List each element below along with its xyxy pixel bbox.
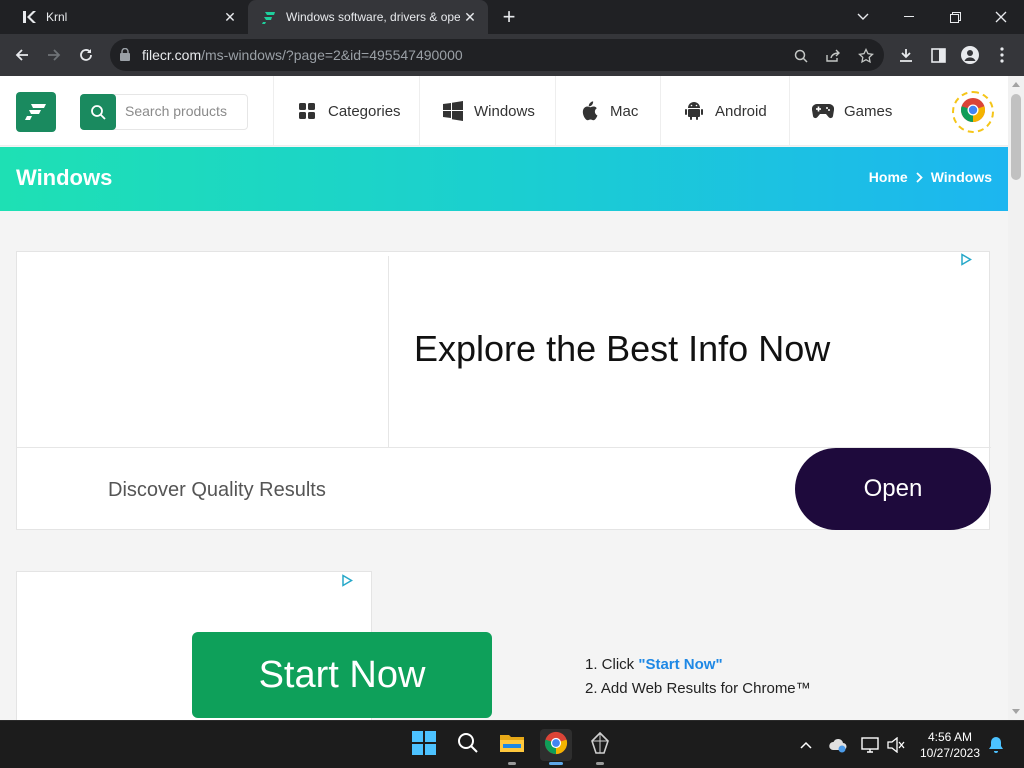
forward-button[interactable] [38, 39, 70, 71]
zoom-search-icon[interactable] [790, 45, 812, 67]
search-button[interactable] [80, 94, 116, 130]
restore-button[interactable] [932, 0, 978, 34]
nav-label: Games [844, 102, 893, 120]
back-button[interactable] [6, 39, 38, 71]
chevron-right-icon [916, 171, 923, 183]
new-tab-button[interactable]: + [498, 6, 520, 28]
clock-date: 10/27/2023 [919, 746, 981, 760]
breadcrumb: Home Windows [869, 169, 992, 185]
notification-bell-icon[interactable] [986, 735, 1006, 755]
tab-search-chevron-icon[interactable] [840, 0, 886, 34]
tab-krnl[interactable]: Krnl ✕ [8, 0, 248, 34]
ad-banner-explore[interactable]: Explore the Best Info Now Discover Quali… [16, 251, 991, 530]
nav-mac[interactable]: Mac [555, 76, 660, 146]
tab-title: Windows software, drivers & ope [286, 10, 460, 24]
taskbar-search-button[interactable] [452, 729, 484, 761]
windows-icon [442, 100, 464, 122]
ad-subline[interactable]: Discover Quality Results [108, 479, 326, 502]
krnl-app-icon [588, 731, 612, 760]
reload-button[interactable] [70, 39, 102, 71]
nav-label: Mac [610, 102, 639, 120]
grid-icon [296, 100, 318, 122]
page-viewport: Categories Windows Mac Android Games [0, 76, 1008, 720]
minimize-button[interactable] [886, 0, 932, 34]
nav-label: Android [715, 102, 767, 120]
ad-headline[interactable]: Explore the Best Info Now [414, 328, 830, 370]
bookmark-star-icon[interactable] [855, 45, 877, 67]
site-header: Categories Windows Mac Android Games [0, 76, 1008, 146]
downloads-icon[interactable] [890, 39, 922, 71]
folder-icon [499, 732, 525, 759]
show-hidden-icons-chevron-icon[interactable] [796, 735, 816, 755]
taskbar-krnl[interactable] [584, 729, 616, 765]
ad-steps: 1. Click "Start Now" 2. Add Web Results … [585, 653, 811, 701]
page-hero-banner: Windows Home Windows [0, 147, 1008, 211]
android-icon [683, 100, 705, 122]
close-tab-icon[interactable]: ✕ [460, 7, 480, 27]
nav-categories[interactable]: Categories [273, 76, 419, 146]
chrome-icon [960, 97, 986, 128]
adchoices-icon[interactable] [959, 252, 973, 266]
ad-divider [388, 256, 389, 447]
taskbar-chrome[interactable] [540, 729, 572, 765]
filecr-favicon-icon [260, 8, 278, 26]
menu-kebab-icon[interactable] [986, 39, 1018, 71]
nav-games[interactable]: Games [789, 76, 909, 146]
scroll-up-arrow-icon[interactable] [1012, 82, 1020, 87]
krnl-favicon-icon [20, 8, 38, 26]
close-tab-icon[interactable]: ✕ [220, 7, 240, 27]
nav-label: Windows [474, 102, 535, 120]
nav-label: Categories [328, 102, 401, 120]
ad-step-1: 1. Click "Start Now" [585, 656, 723, 673]
breadcrumb-home-link[interactable]: Home [869, 169, 908, 185]
ad-start-now-button[interactable]: Start Now [192, 632, 492, 718]
address-bar[interactable]: filecr.com/ms-windows/?page=2&id=4955474… [110, 39, 884, 71]
share-icon[interactable] [822, 45, 844, 67]
search-box [80, 94, 248, 130]
scroll-down-arrow-icon[interactable] [1012, 709, 1020, 714]
browser-toolbar: filecr.com/ms-windows/?page=2&id=4955474… [0, 34, 1024, 76]
breadcrumb-current: Windows [930, 169, 992, 185]
running-indicator [596, 762, 604, 765]
tab-filecr[interactable]: Windows software, drivers & ope ✕ [248, 0, 488, 34]
browser-tab-strip: Krnl ✕ Windows software, drivers & ope ✕… [0, 0, 1024, 34]
taskbar-file-explorer[interactable] [496, 729, 528, 765]
lock-icon[interactable] [120, 47, 130, 66]
gamepad-icon [812, 100, 834, 122]
ad-step-2: 2. Add Web Results for Chrome™ [585, 680, 811, 697]
scrollbar-thumb[interactable] [1011, 94, 1021, 180]
side-panel-icon[interactable] [922, 39, 954, 71]
active-indicator [549, 762, 563, 765]
system-clock[interactable]: 4:56 AM 10/27/2023 [914, 729, 986, 761]
nav-android[interactable]: Android [660, 76, 789, 146]
onedrive-cloud-icon[interactable] [828, 735, 848, 755]
start-button[interactable] [408, 729, 440, 761]
running-indicator [508, 762, 516, 765]
nav-windows[interactable]: Windows [419, 76, 555, 146]
adchoices-icon[interactable] [340, 573, 354, 587]
volume-muted-icon[interactable] [886, 735, 906, 755]
clock-time: 4:56 AM [927, 730, 973, 744]
chrome-icon [544, 731, 568, 760]
filecr-logo[interactable] [16, 92, 56, 132]
chrome-extension-badge[interactable] [952, 91, 994, 133]
tab-title: Krnl [46, 10, 68, 24]
search-icon [457, 732, 479, 759]
display-network-icon[interactable] [860, 735, 880, 755]
page-scrollbar[interactable] [1008, 76, 1024, 720]
ad-open-button[interactable]: Open [795, 448, 991, 530]
profile-avatar-icon[interactable] [954, 39, 986, 71]
windows-taskbar: 4:56 AM 10/27/2023 [0, 720, 1024, 768]
search-input[interactable] [125, 103, 245, 119]
windows-start-icon [412, 730, 436, 760]
close-window-button[interactable] [978, 0, 1024, 34]
url-text[interactable]: filecr.com/ms-windows/?page=2&id=4955474… [142, 47, 463, 63]
page-title: Windows [16, 165, 113, 190]
apple-icon [578, 100, 600, 122]
